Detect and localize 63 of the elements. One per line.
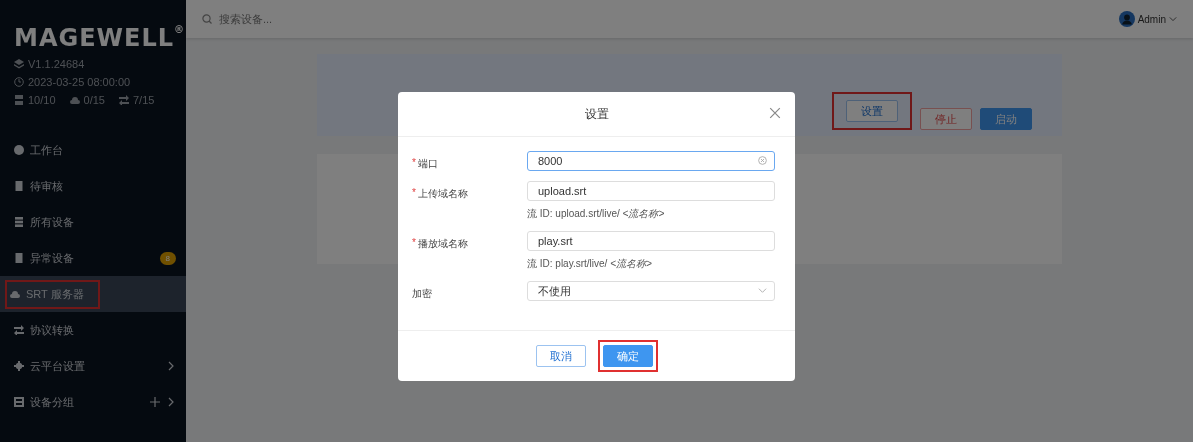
sidebar-label: 设备分组 xyxy=(30,394,74,410)
document-icon xyxy=(14,181,24,191)
sidebar-item[interactable]: 异常设备 8 xyxy=(0,240,186,276)
button[interactable]: 设置 xyxy=(846,100,898,122)
user-name[interactable]: Admin xyxy=(1137,13,1166,25)
primary-button[interactable]: 确定 xyxy=(602,345,653,367)
hint-text: 流 ID: upload.srt/live/ <流名称> xyxy=(527,207,666,221)
sidebar-label: 工作台 xyxy=(30,142,63,158)
sidebar-item[interactable]: 待审核 xyxy=(0,168,186,204)
version-text: V1.1.24684 xyxy=(28,58,85,70)
list-icon xyxy=(14,217,24,227)
field-label: 上传域名称 xyxy=(417,187,468,201)
cloud-icon xyxy=(10,289,20,299)
required-mark: * xyxy=(412,157,416,170)
sidebar-label: 异常设备 xyxy=(30,250,74,266)
chevron-down-icon xyxy=(758,286,767,295)
arrows-icon xyxy=(118,95,129,105)
arrows-icon xyxy=(14,325,24,335)
sidebar-label: 所有设备 xyxy=(30,214,74,230)
select-field[interactable]: 不使用 xyxy=(527,281,775,301)
avatar-icon xyxy=(1118,11,1135,27)
field-label: 加密 xyxy=(412,287,432,301)
button[interactable]: 停止 xyxy=(920,108,972,130)
required-mark: * xyxy=(412,187,416,200)
count-badge: 8 xyxy=(159,251,176,265)
button[interactable]: 取消 xyxy=(535,345,586,367)
counter-text: 10/10 xyxy=(28,94,56,106)
counter-text: 0/15 xyxy=(83,94,105,106)
sidebar-item[interactable]: 设备分组 xyxy=(0,384,186,420)
layers-icon xyxy=(14,59,24,69)
close-icon[interactable] xyxy=(769,107,781,119)
sidebar-item[interactable]: 云平台设置 xyxy=(0,348,186,384)
field-label: 播放域名称 xyxy=(417,237,468,251)
sidebar-label: SRT 服务器 xyxy=(26,286,84,302)
input-field[interactable]: play.srt xyxy=(527,231,775,251)
clock-icon xyxy=(14,77,24,87)
search-field[interactable]: 搜索设备... xyxy=(217,12,371,26)
chevron-down-icon xyxy=(1169,15,1177,23)
field-label: 端口 xyxy=(417,157,438,171)
sidebar-label: 待审核 xyxy=(30,178,63,194)
sidebar-label: 云平台设置 xyxy=(30,358,85,374)
input-field[interactable]: upload.srt xyxy=(527,181,775,201)
sidebar-label: 协议转换 xyxy=(30,322,74,338)
logo: MAGEWELL xyxy=(14,24,174,52)
search-icon xyxy=(202,14,212,24)
hint-text: 流 ID: play.srt/live/ <流名称> xyxy=(527,257,653,271)
counter-text: 7/15 xyxy=(132,94,155,106)
input-field[interactable]: 8000 xyxy=(527,151,775,171)
datetime-text: 2023-03-25 08:00:00 xyxy=(28,76,131,88)
plus-icon[interactable] xyxy=(150,397,160,407)
grid-icon xyxy=(14,397,24,407)
sidebar-item[interactable]: 协议转换 xyxy=(0,312,186,348)
dialog-title: 设置 xyxy=(584,105,609,123)
required-mark: * xyxy=(412,237,416,250)
cloud-icon xyxy=(69,95,80,105)
sidebar-item[interactable]: SRT 服务器 xyxy=(0,276,186,312)
sidebar-item[interactable]: 所有设备 xyxy=(0,204,186,240)
document-icon xyxy=(14,253,24,263)
server-icon xyxy=(14,95,24,105)
primary-button[interactable]: 启动 xyxy=(980,108,1032,130)
clear-icon xyxy=(758,156,767,165)
sidebar-item[interactable]: 工作台 xyxy=(0,132,186,168)
registered-mark: ® xyxy=(174,24,185,35)
